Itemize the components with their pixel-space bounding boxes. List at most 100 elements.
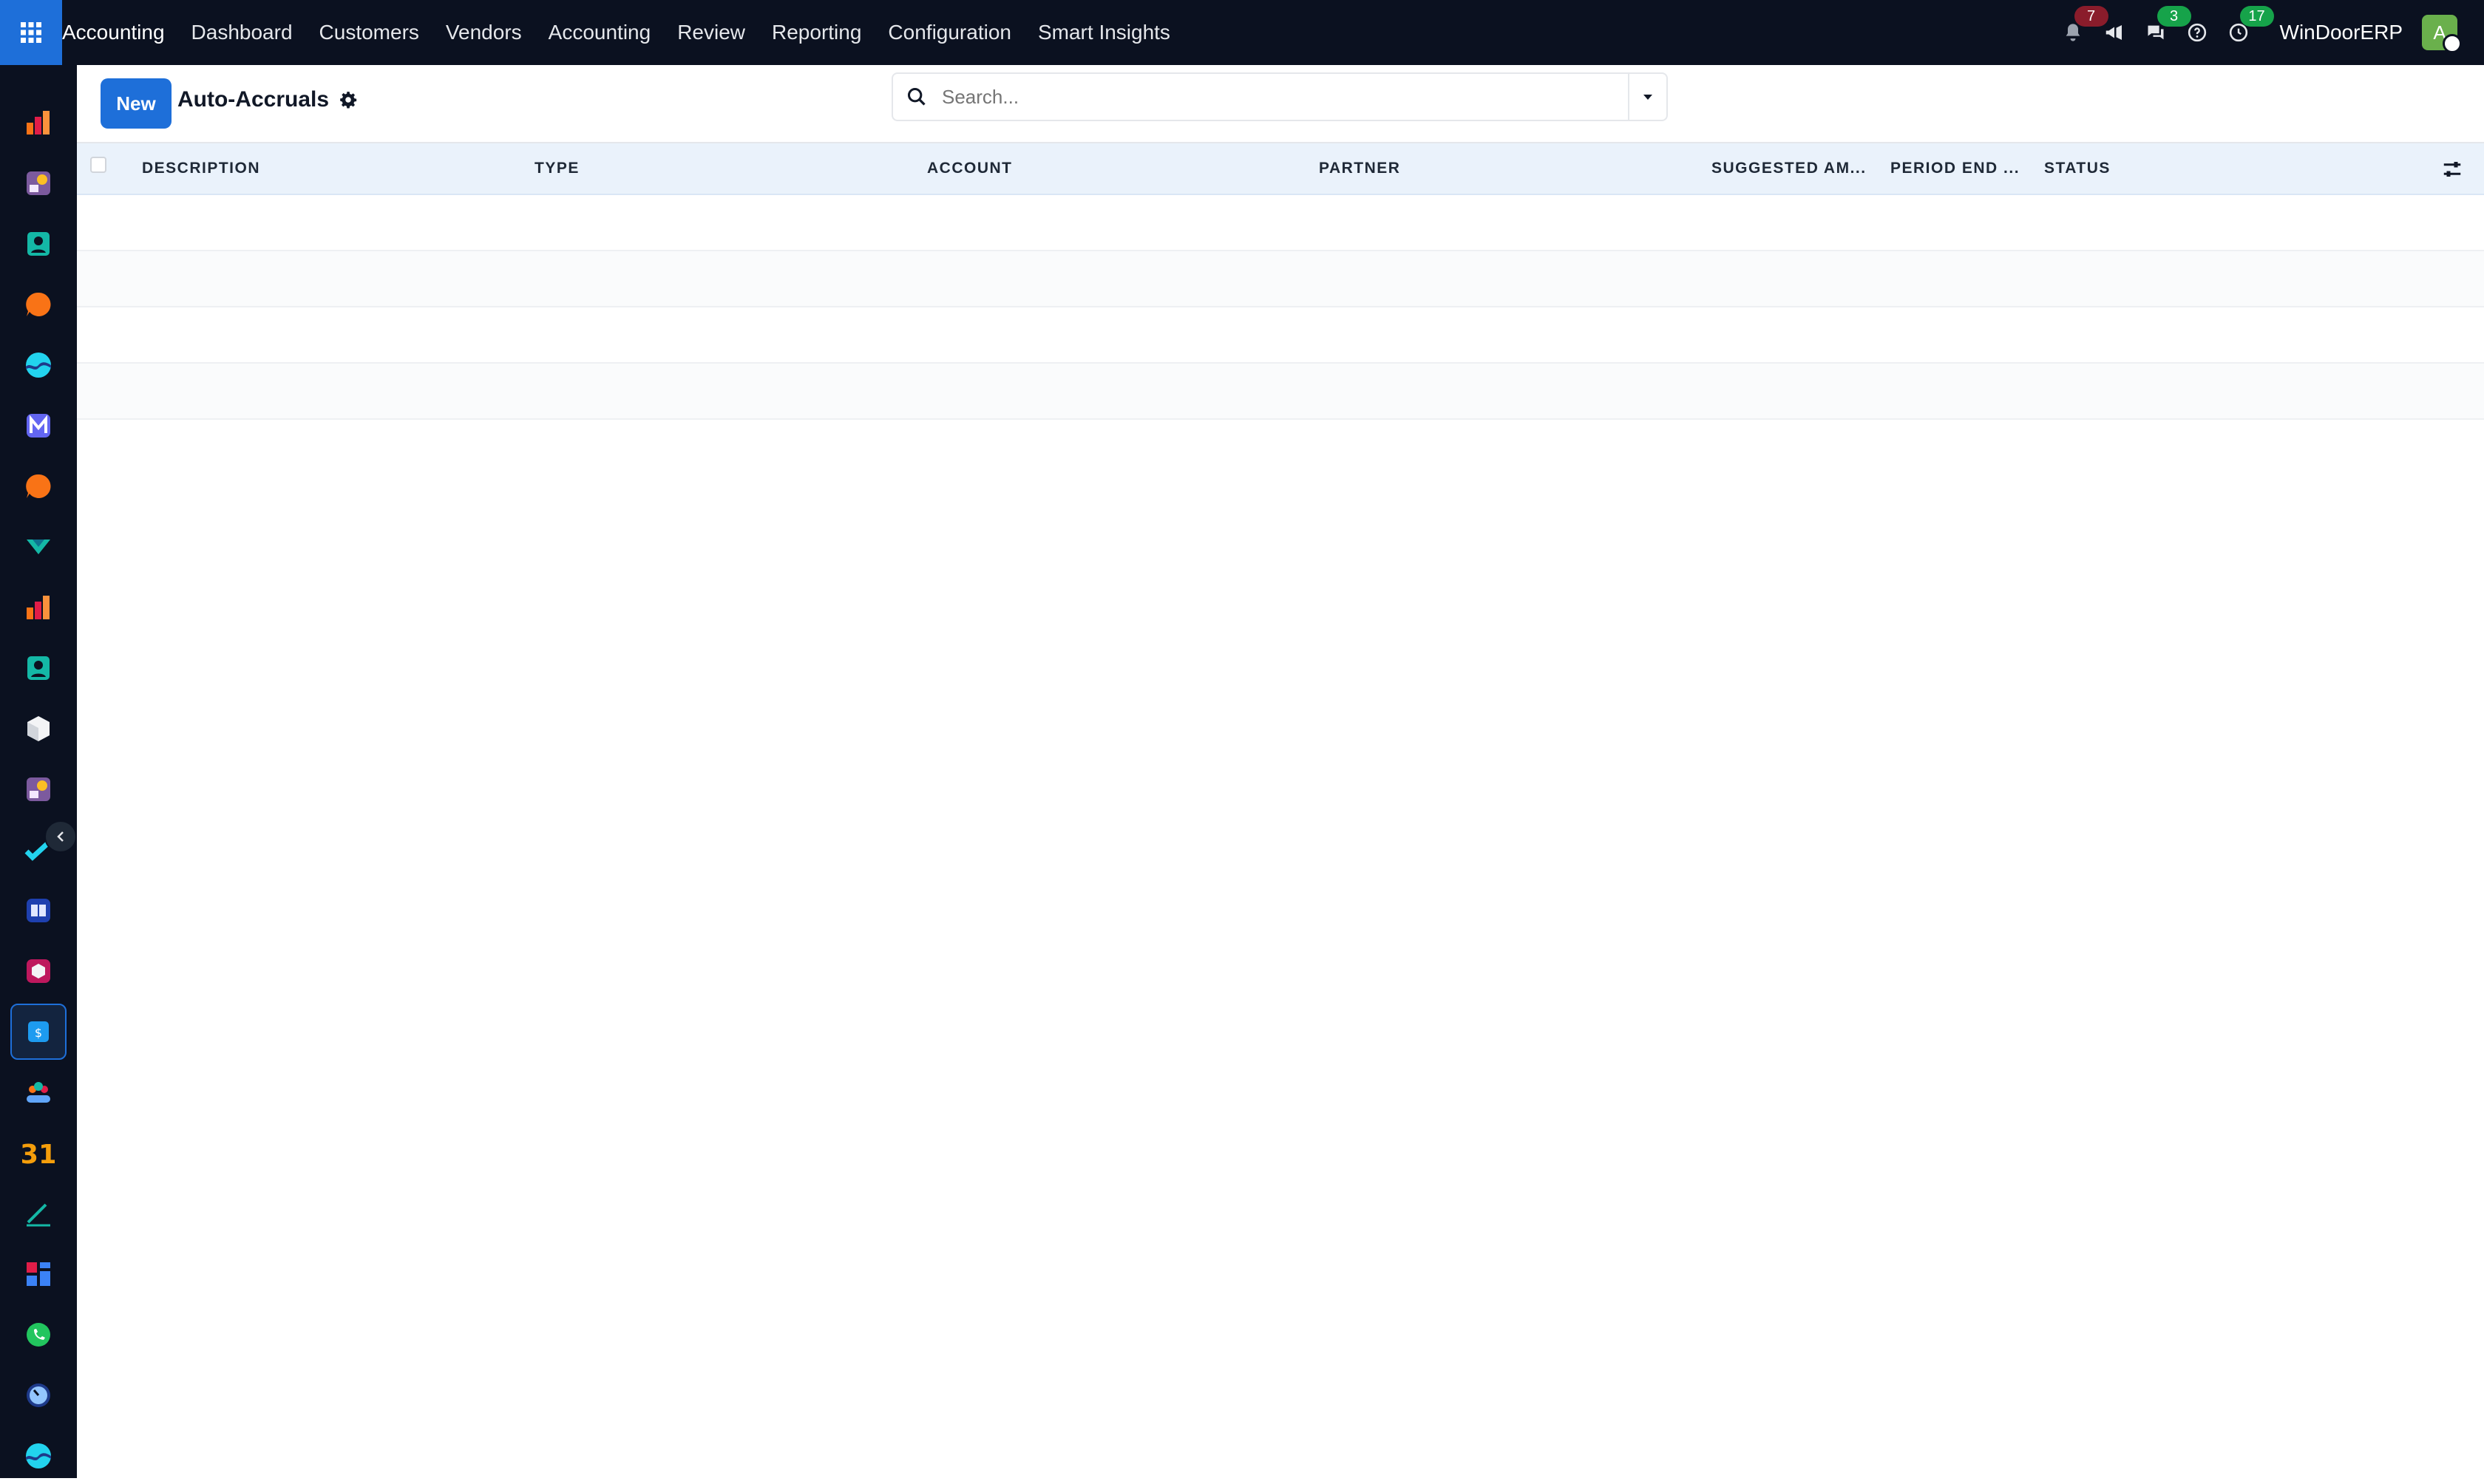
table-row xyxy=(77,195,2484,251)
svg-text:$: $ xyxy=(35,1026,42,1040)
menu-reporting[interactable]: Reporting xyxy=(772,21,861,44)
gear-icon xyxy=(340,92,357,109)
menu-configuration[interactable]: Configuration xyxy=(888,21,1011,44)
table-row xyxy=(77,307,2484,364)
notifications-button[interactable]: 7 xyxy=(2058,6,2108,47)
invoice-icon: $ xyxy=(28,1021,49,1042)
menu-customers[interactable]: Customers xyxy=(319,21,419,44)
dashboard-icon xyxy=(27,1262,50,1286)
actions-gear-button[interactable] xyxy=(339,90,358,113)
svg-text:31: 31 xyxy=(22,1140,55,1168)
new-button[interactable]: New xyxy=(101,78,172,129)
page-title: Auto-Accruals xyxy=(177,87,330,112)
app-whatsapp[interactable] xyxy=(10,1307,67,1363)
team-icon xyxy=(27,1082,50,1103)
sliders-icon xyxy=(2443,162,2461,177)
bar-chart-icon xyxy=(27,596,50,619)
column-header-account[interactable]: ACCOUNT xyxy=(927,160,1013,177)
megaphone-icon xyxy=(2105,25,2122,40)
app-surveys[interactable] xyxy=(10,1428,67,1484)
app-knowledge[interactable] xyxy=(10,882,67,939)
grid-icon xyxy=(21,22,41,43)
column-header-period-end[interactable]: PERIOD END ... xyxy=(1890,160,2020,177)
paint-icon xyxy=(27,777,50,801)
list-table: DESCRIPTION TYPE ACCOUNT PARTNER SUGGEST… xyxy=(77,142,2484,420)
top-navbar: Accounting Dashboard Customers Vendors A… xyxy=(0,0,2484,65)
main-menu: Accounting Dashboard Customers Vendors A… xyxy=(62,0,1197,65)
column-header-type[interactable]: TYPE xyxy=(535,160,580,177)
column-header-suggested-amount[interactable]: SUGGESTED AM... xyxy=(1711,160,1867,177)
table-row xyxy=(77,251,2484,307)
app-accounting-bar[interactable] xyxy=(10,95,67,151)
app-products[interactable] xyxy=(10,943,67,999)
chevron-icon xyxy=(27,540,50,554)
sidebar-collapse-button[interactable] xyxy=(44,820,77,853)
app-timesheets[interactable] xyxy=(10,1367,67,1423)
table-header: DESCRIPTION TYPE ACCOUNT PARTNER SUGGEST… xyxy=(77,142,2484,195)
app-sales[interactable] xyxy=(10,519,67,575)
menu-accounting[interactable]: Accounting xyxy=(549,21,651,44)
wave-icon xyxy=(26,1443,51,1468)
optional-columns-toggle[interactable] xyxy=(2441,158,2463,184)
paint-icon xyxy=(27,171,50,195)
systray: 7 3 17 WinDoorERP A xyxy=(2058,0,2484,65)
app-inventory[interactable] xyxy=(10,701,67,757)
help-button[interactable] xyxy=(2182,18,2212,47)
activities-badge: 17 xyxy=(2239,6,2274,27)
column-header-description[interactable]: DESCRIPTION xyxy=(142,160,260,177)
company-switcher[interactable]: WinDoorERP xyxy=(2280,21,2403,44)
chat-bubble-icon xyxy=(26,292,51,316)
search-icon xyxy=(907,87,926,106)
menu-smart-insights[interactable]: Smart Insights xyxy=(1038,21,1170,44)
app-sign[interactable] xyxy=(10,1185,67,1242)
calendar-icon: 31 xyxy=(22,1140,55,1168)
column-header-partner[interactable]: PARTNER xyxy=(1319,160,1400,177)
announcements-button[interactable] xyxy=(2100,18,2129,47)
presence-indicator xyxy=(2443,34,2462,53)
menu-review[interactable]: Review xyxy=(677,21,745,44)
search-icon-wrap[interactable] xyxy=(893,86,940,107)
clock-icon xyxy=(2229,23,2247,42)
table-row xyxy=(77,364,2484,420)
chevron-left-icon xyxy=(57,831,64,842)
gauge-icon xyxy=(27,1383,50,1407)
help-icon xyxy=(2188,23,2206,42)
caret-down-icon xyxy=(1643,95,1652,100)
app-livechat[interactable] xyxy=(10,458,67,514)
book-icon xyxy=(27,899,50,922)
contacts-icon xyxy=(27,656,50,680)
column-header-status[interactable]: STATUS xyxy=(2044,160,2111,177)
contacts-icon xyxy=(27,232,50,256)
sign-icon xyxy=(27,1203,50,1227)
wave-icon xyxy=(26,353,51,378)
app-website[interactable] xyxy=(10,761,67,817)
menu-vendors[interactable]: Vendors xyxy=(446,21,522,44)
app-calendar[interactable]: 31 xyxy=(10,1125,67,1181)
control-panel: New Auto-Accruals xyxy=(77,65,2484,142)
app-dashboards[interactable] xyxy=(10,1246,67,1302)
search-input[interactable] xyxy=(940,84,1628,109)
bar-chart-icon xyxy=(27,111,50,135)
messages-button[interactable]: 3 xyxy=(2141,6,2191,47)
app-mail[interactable] xyxy=(10,398,67,454)
app-name[interactable]: Accounting xyxy=(62,21,165,44)
app-contacts[interactable] xyxy=(10,216,67,272)
app-discuss[interactable] xyxy=(10,276,67,333)
user-avatar[interactable]: A xyxy=(2422,15,2462,53)
app-design[interactable] xyxy=(10,155,67,211)
select-all-checkbox[interactable] xyxy=(90,157,106,173)
search-bar xyxy=(892,72,1668,121)
app-reporting[interactable] xyxy=(10,579,67,636)
chat-bubble-icon xyxy=(26,474,51,498)
app-team[interactable] xyxy=(10,1064,67,1120)
whatsapp-icon xyxy=(27,1323,50,1347)
cube-icon xyxy=(27,716,50,741)
activities-button[interactable]: 17 xyxy=(2224,6,2274,47)
app-menu-button[interactable] xyxy=(0,0,62,65)
mail-icon xyxy=(27,414,50,438)
search-options-toggle[interactable] xyxy=(1628,74,1666,120)
app-invoicing-active[interactable]: $ xyxy=(10,1004,67,1060)
app-wave[interactable] xyxy=(10,337,67,393)
app-employees[interactable] xyxy=(10,640,67,696)
menu-dashboard[interactable]: Dashboard xyxy=(191,21,293,44)
